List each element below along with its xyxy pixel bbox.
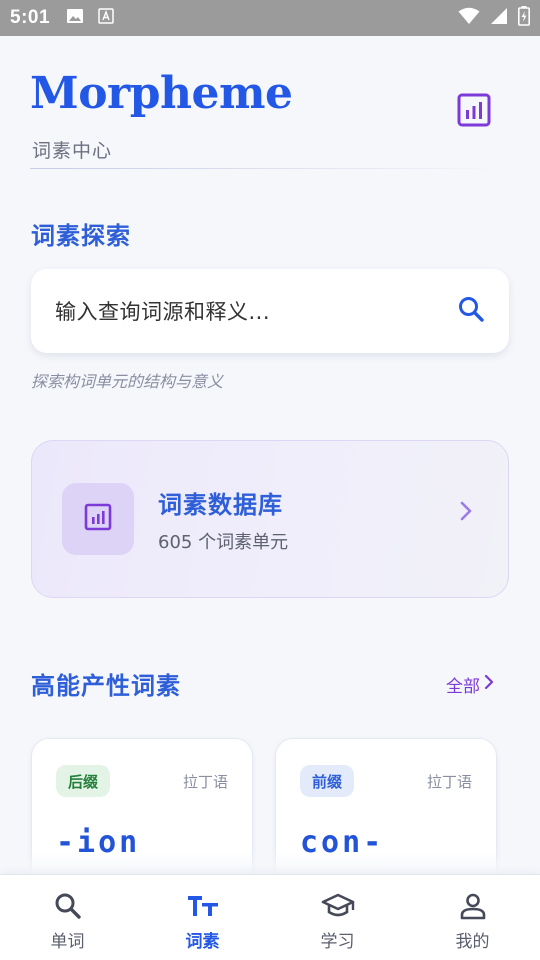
graduation-cap-icon (321, 891, 355, 921)
nav-label: 学习 (320, 932, 355, 952)
bottom-navigation: 单词 词素 学习 我的 (0, 874, 540, 960)
person-icon (459, 891, 487, 921)
app-title: Morpheme (30, 68, 293, 119)
search-input[interactable]: 输入查询词源和释义... (55, 296, 270, 326)
morpheme-language: 拉丁语 (426, 773, 472, 791)
database-count: 605 个词素单元 (158, 531, 289, 553)
see-all-link[interactable]: 全部 (446, 672, 494, 697)
morpheme-database-card[interactable]: 词素数据库 605 个词素单元 (31, 440, 509, 598)
scroll-fade (0, 852, 540, 874)
nav-label: 单词 (50, 932, 85, 952)
status-bar: 5:01 (0, 0, 540, 36)
productive-section-title: 高能产性词素 (31, 672, 181, 700)
nav-item-morphemes[interactable]: 词素 (135, 875, 270, 960)
nav-label: 词素 (185, 932, 220, 952)
search-icon (54, 891, 82, 921)
font-notification-icon (98, 8, 114, 28)
database-title: 词素数据库 (158, 490, 283, 519)
morpheme-language: 拉丁语 (182, 773, 228, 791)
nav-item-learn[interactable]: 学习 (270, 875, 405, 960)
morpheme-type-badge: 前缀 (300, 765, 355, 797)
bar-chart-icon (84, 503, 112, 535)
nav-item-profile[interactable]: 我的 (405, 875, 540, 960)
search-icon[interactable] (457, 295, 485, 327)
nav-label: 我的 (455, 932, 490, 952)
app-subtitle: 词素中心 (32, 140, 113, 162)
chevron-right-icon (458, 499, 474, 527)
status-time: 5:01 (10, 7, 51, 28)
explore-section-title: 词素探索 (31, 222, 131, 250)
search-bar[interactable]: 输入查询词源和释义... (31, 269, 509, 353)
database-icon-box (62, 483, 134, 555)
see-all-label: 全部 (446, 677, 480, 697)
header-divider (30, 168, 508, 169)
main-screen: Morpheme 词素中心 词素探索 输入查询词源和释义... 探索构词单元的结… (0, 36, 540, 874)
battery-icon (518, 6, 530, 30)
search-hint: 探索构词单元的结构与意义 (31, 372, 224, 391)
morpheme-type-badge: 后缀 (56, 765, 111, 797)
stats-button[interactable] (454, 92, 494, 132)
cell-signal-icon (490, 7, 508, 29)
image-notification-icon (66, 8, 84, 28)
bar-chart-icon (457, 93, 491, 131)
wifi-icon (458, 7, 480, 29)
nav-item-words[interactable]: 单词 (0, 875, 135, 960)
text-size-icon (187, 891, 219, 921)
chevron-right-icon (484, 674, 494, 695)
